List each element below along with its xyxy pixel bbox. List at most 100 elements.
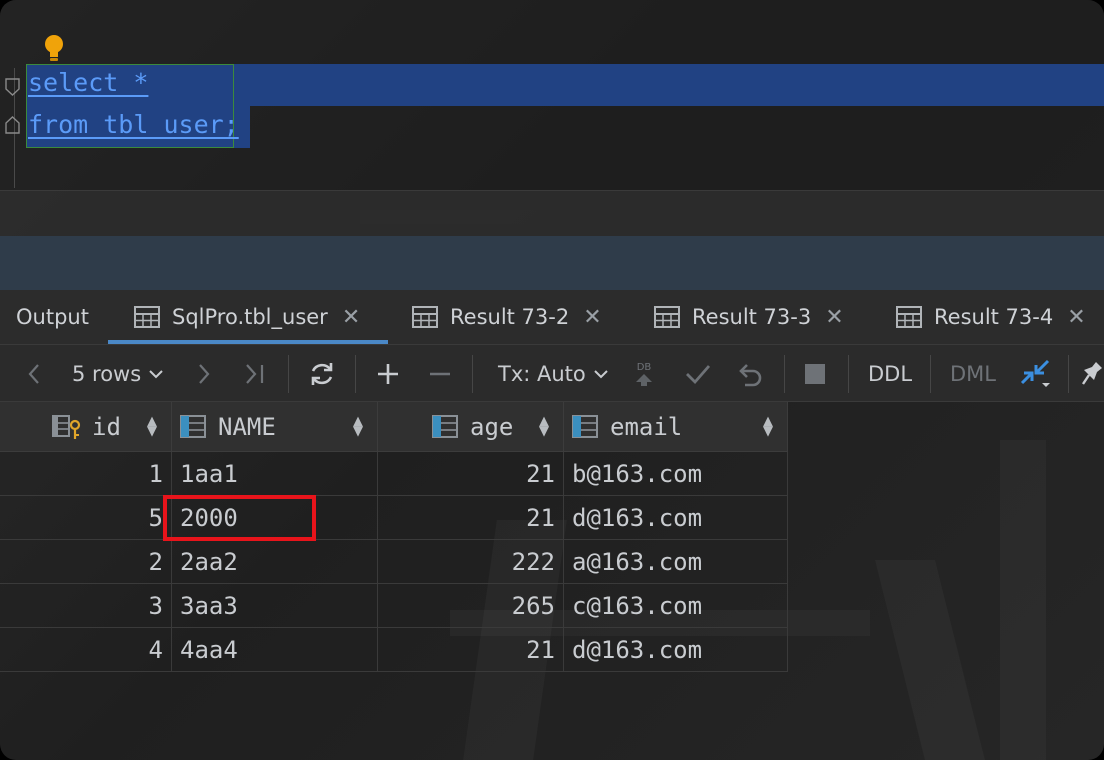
close-icon[interactable]: ✕ — [583, 305, 601, 330]
chevron-right-icon — [199, 364, 210, 384]
table-row[interactable]: 1 1aa1 21 b@163.com — [0, 452, 788, 496]
revert-button[interactable] — [736, 345, 764, 403]
tab-label: Output — [16, 305, 89, 329]
minus-icon — [430, 372, 450, 376]
table-icon — [412, 306, 438, 328]
code-line-2[interactable]: from tbl_user; — [28, 110, 239, 139]
refresh-button[interactable] — [308, 345, 336, 403]
stop-icon — [805, 364, 825, 384]
compare-arrows-icon — [1020, 359, 1050, 387]
watermark-stroke — [875, 560, 985, 760]
sort-icon[interactable]: ▲ ▼ — [147, 415, 157, 438]
submit-button[interactable] — [684, 345, 712, 403]
cell-id[interactable]: 4 — [0, 628, 172, 672]
panel-splitter[interactable] — [0, 236, 1104, 290]
close-icon[interactable]: ✕ — [1067, 305, 1085, 330]
toolbar-divider — [784, 355, 785, 393]
last-page-button[interactable] — [244, 345, 266, 403]
table-row[interactable]: 5 2000 21 d@163.com — [0, 496, 788, 540]
toolbar-divider — [355, 355, 356, 393]
primary-key-column-icon — [52, 415, 81, 439]
sort-icon[interactable]: ▲ ▼ — [763, 415, 773, 438]
toolbar-divider — [848, 355, 849, 393]
cell-name[interactable]: 3aa3 — [172, 584, 378, 628]
fold-end-icon[interactable] — [5, 116, 20, 134]
cell-email[interactable]: b@163.com — [564, 452, 788, 496]
rows-selector[interactable]: 5 rows — [72, 345, 165, 403]
cell-name[interactable]: 1aa1 — [172, 452, 378, 496]
cell-email[interactable]: d@163.com — [564, 628, 788, 672]
db-commit-button[interactable]: DB — [634, 345, 654, 403]
cell-email[interactable]: a@163.com — [564, 540, 788, 584]
tab-result-73-3[interactable]: Result 73-3 ✕ — [654, 290, 844, 344]
column-icon — [180, 415, 206, 438]
tx-label: Tx: Auto — [498, 362, 586, 386]
pin-icon — [1082, 362, 1102, 385]
next-page-button[interactable] — [196, 345, 212, 403]
checkmark-icon — [686, 365, 711, 385]
cell-id[interactable]: 2 — [0, 540, 172, 584]
column-header-label: email — [610, 412, 683, 441]
column-header-email[interactable]: email ▲ ▼ — [564, 402, 788, 452]
cell-name[interactable]: 4aa4 — [172, 628, 378, 672]
toolbar-divider — [288, 355, 289, 393]
table-icon — [134, 306, 160, 328]
editor-status-strip — [0, 190, 1104, 236]
table-row[interactable]: 2 2aa2 222 a@163.com — [0, 540, 788, 584]
close-icon[interactable]: ✕ — [825, 305, 843, 330]
compare-button[interactable] — [1020, 345, 1054, 403]
tab-sqlpro-tbl-user[interactable]: SqlPro.tbl_user ✕ — [134, 290, 360, 344]
chevron-down-icon — [594, 370, 608, 379]
lightbulb-icon[interactable] — [42, 33, 66, 63]
table-row[interactable]: 3 3aa3 265 c@163.com — [0, 584, 788, 628]
cell-age[interactable]: 21 — [378, 452, 564, 496]
add-row-button[interactable] — [376, 345, 400, 403]
table-icon — [654, 306, 680, 328]
cell-age[interactable]: 222 — [378, 540, 564, 584]
tab-result-73-4[interactable]: Result 73-4 ✕ — [896, 290, 1086, 344]
column-header-name[interactable]: NAME ▲ ▼ — [172, 402, 378, 452]
tab-label: SqlPro.tbl_user — [172, 305, 328, 329]
watermark-stroke — [1000, 440, 1046, 760]
upload-arrow-icon — [636, 373, 652, 386]
ddl-label: DDL — [868, 362, 913, 386]
cell-age[interactable]: 265 — [378, 584, 564, 628]
cell-id[interactable]: 3 — [0, 584, 172, 628]
tx-mode-selector[interactable]: Tx: Auto — [498, 345, 610, 403]
cell-name[interactable]: 2aa2 — [172, 540, 378, 584]
cell-id[interactable]: 5 — [0, 496, 172, 540]
close-icon[interactable]: ✕ — [342, 305, 360, 330]
toolbar-divider — [472, 355, 473, 393]
last-page-icon — [246, 364, 264, 384]
pin-button[interactable] — [1082, 345, 1104, 403]
result-grid: id ▲ ▼ NAME ▲ ▼ age ▲ ▼ email ▲ ▼ 1 1aa1… — [0, 402, 788, 672]
code-line-1[interactable]: select * — [28, 68, 148, 97]
sql-editor[interactable]: select * from tbl_user; — [0, 0, 1104, 190]
column-icon — [432, 415, 458, 438]
toolbar-divider — [930, 355, 931, 393]
cell-email[interactable]: c@163.com — [564, 584, 788, 628]
column-header-age[interactable]: age ▲ ▼ — [378, 402, 564, 452]
tab-label: Result 73-2 — [450, 305, 570, 329]
result-tabs: Output SqlPro.tbl_user ✕ Result 73-2 ✕ R… — [0, 290, 1104, 344]
dml-button[interactable]: DML — [950, 345, 996, 403]
column-header-id[interactable]: id ▲ ▼ — [0, 402, 172, 452]
toolbar-divider — [1068, 355, 1069, 393]
sort-icon[interactable]: ▲ ▼ — [539, 415, 549, 438]
tab-output[interactable]: Output — [16, 290, 89, 344]
stop-button[interactable] — [804, 345, 826, 403]
cell-age[interactable]: 21 — [378, 496, 564, 540]
cell-age[interactable]: 21 — [378, 628, 564, 672]
tab-label: Result 73-4 — [934, 305, 1054, 329]
tab-result-73-2[interactable]: Result 73-2 ✕ — [412, 290, 602, 344]
delete-row-button[interactable] — [428, 345, 452, 403]
highlight-annotation-box — [163, 495, 316, 541]
prev-page-button[interactable] — [26, 345, 42, 403]
cell-email[interactable]: d@163.com — [564, 496, 788, 540]
fold-start-icon[interactable] — [5, 78, 20, 96]
cell-id[interactable]: 1 — [0, 452, 172, 496]
chevron-down-icon — [149, 370, 163, 379]
ddl-button[interactable]: DDL — [868, 345, 912, 403]
table-row[interactable]: 4 4aa4 21 d@163.com — [0, 628, 788, 672]
sort-icon[interactable]: ▲ ▼ — [353, 415, 363, 438]
